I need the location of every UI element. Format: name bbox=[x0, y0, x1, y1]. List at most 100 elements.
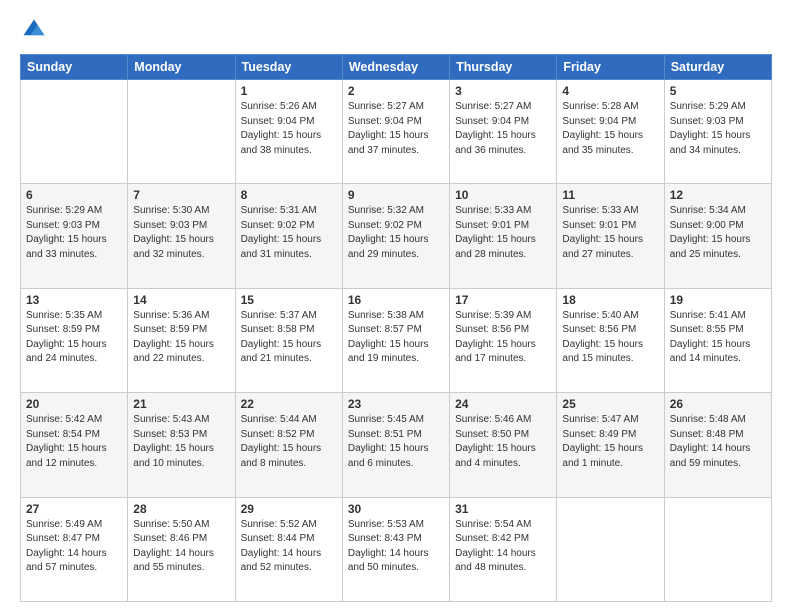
day-info: Sunrise: 5:27 AMSunset: 9:04 PMDaylight:… bbox=[455, 101, 536, 156]
day-info: Sunrise: 5:44 AMSunset: 8:52 PMDaylight:… bbox=[241, 414, 322, 469]
calendar-cell bbox=[557, 497, 664, 601]
day-number: 5 bbox=[670, 84, 766, 98]
day-number: 9 bbox=[348, 188, 444, 202]
calendar-cell: 19 Sunrise: 5:41 AMSunset: 8:55 PMDayligh… bbox=[664, 288, 771, 392]
calendar-cell bbox=[128, 80, 235, 184]
day-number: 6 bbox=[26, 188, 122, 202]
day-number: 17 bbox=[455, 293, 551, 307]
calendar-header-sunday: Sunday bbox=[21, 55, 128, 80]
calendar-cell: 10 Sunrise: 5:33 AMSunset: 9:01 PMDayligh… bbox=[450, 184, 557, 288]
calendar-cell: 5 Sunrise: 5:29 AMSunset: 9:03 PMDaylight… bbox=[664, 80, 771, 184]
calendar-cell: 13 Sunrise: 5:35 AMSunset: 8:59 PMDayligh… bbox=[21, 288, 128, 392]
day-number: 7 bbox=[133, 188, 229, 202]
day-info: Sunrise: 5:31 AMSunset: 9:02 PMDaylight:… bbox=[241, 205, 322, 260]
day-number: 3 bbox=[455, 84, 551, 98]
calendar-header-friday: Friday bbox=[557, 55, 664, 80]
calendar-cell: 9 Sunrise: 5:32 AMSunset: 9:02 PMDaylight… bbox=[342, 184, 449, 288]
calendar-cell: 23 Sunrise: 5:45 AMSunset: 8:51 PMDayligh… bbox=[342, 393, 449, 497]
day-info: Sunrise: 5:33 AMSunset: 9:01 PMDaylight:… bbox=[562, 205, 643, 260]
day-info: Sunrise: 5:39 AMSunset: 8:56 PMDaylight:… bbox=[455, 310, 536, 365]
logo-icon bbox=[20, 16, 48, 44]
day-info: Sunrise: 5:53 AMSunset: 8:43 PMDaylight:… bbox=[348, 519, 429, 574]
calendar-cell: 21Sunrise: 5:43 AMSunset: 8:53 PMDayligh… bbox=[128, 393, 235, 497]
calendar-cell: 29 Sunrise: 5:52 AMSunset: 8:44 PMDayligh… bbox=[235, 497, 342, 601]
day-number: 1 bbox=[241, 84, 337, 98]
day-info: Sunrise: 5:29 AMSunset: 9:03 PMDaylight:… bbox=[670, 101, 751, 156]
calendar-cell: 20 Sunrise: 5:42 AMSunset: 8:54 PMDayligh… bbox=[21, 393, 128, 497]
day-info: Sunrise: 5:30 AMSunset: 9:03 PMDaylight:… bbox=[133, 205, 214, 260]
day-info: Sunrise: 5:27 AMSunset: 9:04 PMDaylight:… bbox=[348, 101, 429, 156]
calendar-cell: 17 Sunrise: 5:39 AMSunset: 8:56 PMDayligh… bbox=[450, 288, 557, 392]
day-info: Sunrise: 5:50 AMSunset: 8:46 PMDaylight:… bbox=[133, 519, 214, 574]
day-info: Sunrise: 5:36 AMSunset: 8:59 PMDaylight:… bbox=[133, 310, 214, 365]
calendar-week-0: 1Sunrise: 5:26 AMSunset: 9:04 PMDaylight… bbox=[21, 80, 772, 184]
day-info: Sunrise: 5:43 AMSunset: 8:53 PMDaylight:… bbox=[133, 414, 214, 469]
day-number: 10 bbox=[455, 188, 551, 202]
calendar-week-1: 6 Sunrise: 5:29 AMSunset: 9:03 PMDaylight… bbox=[21, 184, 772, 288]
day-number: 8 bbox=[241, 188, 337, 202]
page: SundayMondayTuesdayWednesdayThursdayFrid… bbox=[0, 0, 792, 612]
day-info: Sunrise: 5:52 AMSunset: 8:44 PMDaylight:… bbox=[241, 519, 322, 574]
day-number: 14 bbox=[133, 293, 229, 307]
calendar-cell: 15 Sunrise: 5:37 AMSunset: 8:58 PMDayligh… bbox=[235, 288, 342, 392]
day-number: 26 bbox=[670, 397, 766, 411]
day-number: 15 bbox=[241, 293, 337, 307]
calendar-cell: 8 Sunrise: 5:31 AMSunset: 9:02 PMDaylight… bbox=[235, 184, 342, 288]
day-number: 16 bbox=[348, 293, 444, 307]
day-info: Sunrise: 5:41 AMSunset: 8:55 PMDaylight:… bbox=[670, 310, 751, 365]
calendar-cell: 24Sunrise: 5:46 AMSunset: 8:50 PMDayligh… bbox=[450, 393, 557, 497]
day-number: 19 bbox=[670, 293, 766, 307]
calendar-cell: 22Sunrise: 5:44 AMSunset: 8:52 PMDayligh… bbox=[235, 393, 342, 497]
calendar-cell bbox=[21, 80, 128, 184]
calendar: SundayMondayTuesdayWednesdayThursdayFrid… bbox=[20, 54, 772, 602]
calendar-cell: 30 Sunrise: 5:53 AMSunset: 8:43 PMDayligh… bbox=[342, 497, 449, 601]
calendar-cell: 16 Sunrise: 5:38 AMSunset: 8:57 PMDayligh… bbox=[342, 288, 449, 392]
day-number: 28 bbox=[133, 502, 229, 516]
day-info: Sunrise: 5:38 AMSunset: 8:57 PMDaylight:… bbox=[348, 310, 429, 365]
day-info: Sunrise: 5:45 AMSunset: 8:51 PMDaylight:… bbox=[348, 414, 429, 469]
day-number: 20 bbox=[26, 397, 122, 411]
day-info: Sunrise: 5:29 AMSunset: 9:03 PMDaylight:… bbox=[26, 205, 107, 260]
day-number: 23 bbox=[348, 397, 444, 411]
day-number: 18 bbox=[562, 293, 658, 307]
calendar-cell: 18 Sunrise: 5:40 AMSunset: 8:56 PMDayligh… bbox=[557, 288, 664, 392]
day-info: Sunrise: 5:34 AMSunset: 9:00 PMDaylight:… bbox=[670, 205, 751, 260]
day-number: 4 bbox=[562, 84, 658, 98]
day-info: Sunrise: 5:42 AMSunset: 8:54 PMDaylight:… bbox=[26, 414, 107, 469]
calendar-cell: 6 Sunrise: 5:29 AMSunset: 9:03 PMDaylight… bbox=[21, 184, 128, 288]
calendar-header-thursday: Thursday bbox=[450, 55, 557, 80]
calendar-cell: 31 Sunrise: 5:54 AMSunset: 8:42 PMDayligh… bbox=[450, 497, 557, 601]
day-info: Sunrise: 5:33 AMSunset: 9:01 PMDaylight:… bbox=[455, 205, 536, 260]
calendar-cell: 7 Sunrise: 5:30 AMSunset: 9:03 PMDaylight… bbox=[128, 184, 235, 288]
day-number: 24 bbox=[455, 397, 551, 411]
calendar-week-2: 13 Sunrise: 5:35 AMSunset: 8:59 PMDayligh… bbox=[21, 288, 772, 392]
day-info: Sunrise: 5:32 AMSunset: 9:02 PMDaylight:… bbox=[348, 205, 429, 260]
day-number: 29 bbox=[241, 502, 337, 516]
calendar-cell: 28 Sunrise: 5:50 AMSunset: 8:46 PMDayligh… bbox=[128, 497, 235, 601]
calendar-cell: 26 Sunrise: 5:48 AMSunset: 8:48 PMDayligh… bbox=[664, 393, 771, 497]
day-info: Sunrise: 5:37 AMSunset: 8:58 PMDaylight:… bbox=[241, 310, 322, 365]
calendar-header-row: SundayMondayTuesdayWednesdayThursdayFrid… bbox=[21, 55, 772, 80]
day-info: Sunrise: 5:40 AMSunset: 8:56 PMDaylight:… bbox=[562, 310, 643, 365]
day-info: Sunrise: 5:54 AMSunset: 8:42 PMDaylight:… bbox=[455, 519, 536, 574]
day-number: 12 bbox=[670, 188, 766, 202]
day-number: 11 bbox=[562, 188, 658, 202]
day-info: Sunrise: 5:47 AMSunset: 8:49 PMDaylight:… bbox=[562, 414, 643, 469]
logo bbox=[20, 16, 52, 44]
day-number: 31 bbox=[455, 502, 551, 516]
calendar-cell: 3 Sunrise: 5:27 AMSunset: 9:04 PMDaylight… bbox=[450, 80, 557, 184]
day-number: 30 bbox=[348, 502, 444, 516]
calendar-week-3: 20 Sunrise: 5:42 AMSunset: 8:54 PMDayligh… bbox=[21, 393, 772, 497]
calendar-cell: 11 Sunrise: 5:33 AMSunset: 9:01 PMDayligh… bbox=[557, 184, 664, 288]
calendar-cell: 25Sunrise: 5:47 AMSunset: 8:49 PMDayligh… bbox=[557, 393, 664, 497]
day-info: Sunrise: 5:28 AMSunset: 9:04 PMDaylight:… bbox=[562, 101, 643, 156]
calendar-header-tuesday: Tuesday bbox=[235, 55, 342, 80]
day-info: Sunrise: 5:35 AMSunset: 8:59 PMDaylight:… bbox=[26, 310, 107, 365]
day-number: 13 bbox=[26, 293, 122, 307]
calendar-cell: 14 Sunrise: 5:36 AMSunset: 8:59 PMDayligh… bbox=[128, 288, 235, 392]
header bbox=[20, 16, 772, 44]
calendar-cell: 12 Sunrise: 5:34 AMSunset: 9:00 PMDayligh… bbox=[664, 184, 771, 288]
calendar-cell: 2Sunrise: 5:27 AMSunset: 9:04 PMDaylight… bbox=[342, 80, 449, 184]
day-info: Sunrise: 5:48 AMSunset: 8:48 PMDaylight:… bbox=[670, 414, 751, 469]
calendar-cell bbox=[664, 497, 771, 601]
